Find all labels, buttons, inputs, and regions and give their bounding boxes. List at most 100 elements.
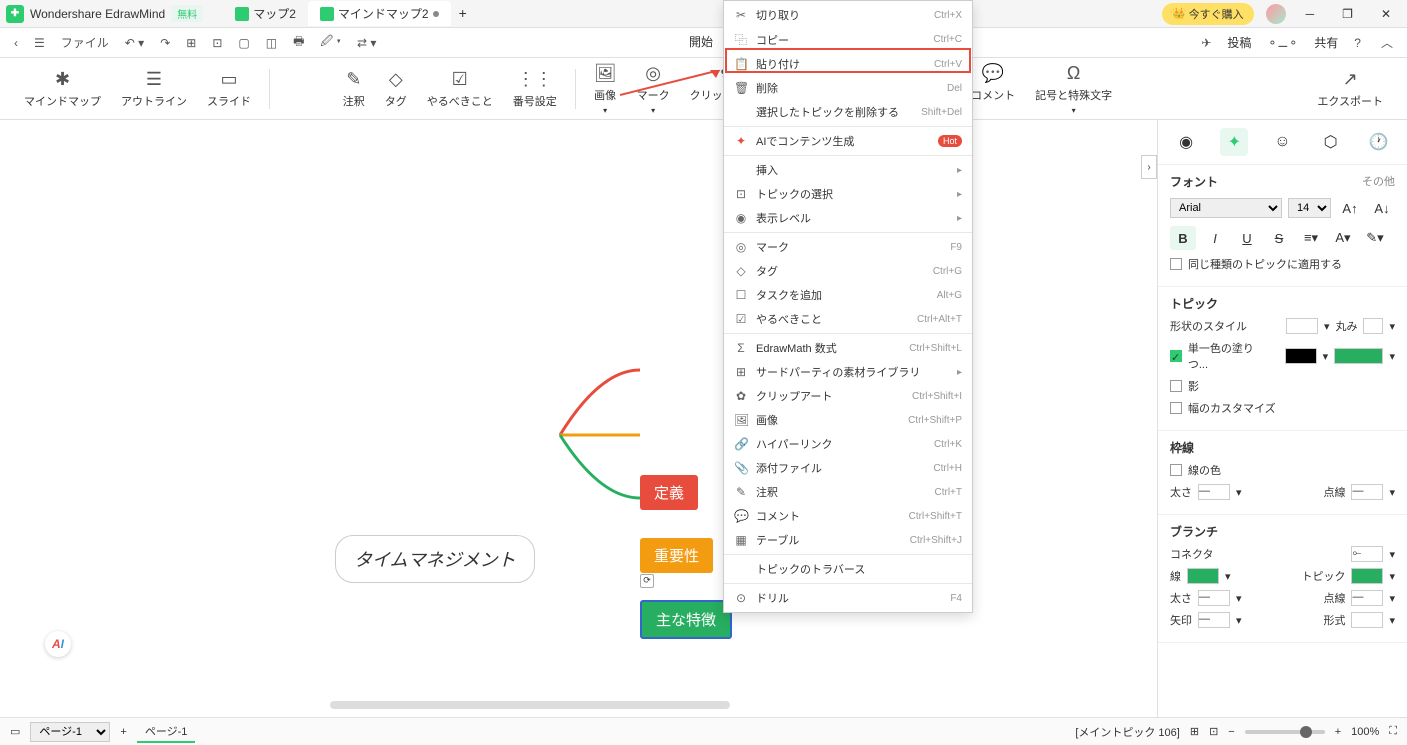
branch-thickness[interactable]: — — [1198, 590, 1230, 606]
rib-comment[interactable]: 💬コメント — [965, 59, 1021, 119]
topic-color[interactable] — [1351, 568, 1383, 584]
cm-comment[interactable]: 💬コメントCtrl+Shift+T — [724, 504, 972, 528]
shadow-checkbox[interactable] — [1170, 380, 1182, 392]
cm-delete-selected[interactable]: 選択したトピックを削除するShift+Del — [724, 100, 972, 124]
add-page-button[interactable]: + — [120, 726, 126, 738]
italic-button[interactable]: I — [1202, 226, 1228, 250]
rib-symbols[interactable]: Ω記号と特殊文字▾ — [1029, 59, 1118, 119]
cm-edrawmath[interactable]: ΣEdrawMath 数式Ctrl+Shift+L — [724, 336, 972, 360]
sb-icon-1[interactable]: ▭ — [10, 725, 20, 738]
buy-now-button[interactable]: 👑 今すぐ購入 — [1162, 3, 1254, 25]
tb-icon-2[interactable]: ◫ — [262, 34, 281, 52]
maximize-button[interactable]: ❐ — [1334, 3, 1361, 25]
sp-tab-history[interactable]: 🕐 — [1365, 128, 1393, 156]
cm-add-task[interactable]: ☐タスクを追加Alt+G — [724, 283, 972, 307]
highlight-button[interactable]: ✎▾ — [1362, 226, 1388, 250]
thickness-select[interactable]: — — [1198, 484, 1230, 500]
border-color-checkbox[interactable] — [1170, 464, 1182, 476]
file-menu[interactable]: ファイル — [57, 32, 113, 53]
add-tab-button[interactable]: + — [451, 1, 475, 26]
add-subtopic-button[interactable]: ⊡ — [208, 34, 226, 52]
share-icon[interactable]: ⚬⚊⚬ — [1263, 34, 1302, 52]
rib-tag[interactable]: ◇タグ — [379, 65, 413, 113]
align-button[interactable]: ≡▾ — [1298, 226, 1324, 250]
horizontal-scrollbar[interactable] — [330, 701, 730, 709]
bold-button[interactable]: B — [1170, 226, 1196, 250]
cm-drill[interactable]: ⊙ドリルF4 — [724, 586, 972, 610]
custom-width-checkbox[interactable] — [1170, 402, 1182, 414]
zoom-out-button[interactable]: − — [1228, 726, 1234, 738]
cm-insert[interactable]: 挿入▸ — [724, 158, 972, 182]
tb-icon-3[interactable]: 🖉 ▾ — [316, 30, 345, 55]
arrow-select[interactable]: — — [1198, 612, 1230, 628]
attachment-indicator[interactable]: ⟳ — [640, 574, 654, 588]
connector-select[interactable]: ⟜ — [1351, 546, 1383, 562]
cm-attachment[interactable]: 📎添付ファイルCtrl+H — [724, 456, 972, 480]
topic-features[interactable]: 主な特徴 — [640, 600, 732, 639]
apply-same-checkbox[interactable] — [1170, 258, 1182, 270]
format-select[interactable] — [1351, 612, 1383, 628]
sp-tab-style[interactable]: ✦ — [1220, 128, 1248, 156]
increase-font-button[interactable]: A↑ — [1337, 196, 1363, 220]
zoom-slider[interactable] — [1245, 730, 1325, 734]
print-button[interactable]: 🖶 — [289, 30, 308, 55]
close-button[interactable]: ✕ — [1373, 3, 1399, 25]
minimize-button[interactable]: ─ — [1298, 3, 1323, 25]
page-select[interactable]: ページ-1 — [30, 722, 110, 742]
canvas[interactable]: タイムマネジメント 定義 重要性 ⟳ 主な特徴 AI — [0, 120, 1157, 717]
tb-icon-4[interactable]: ⇄ ▾ — [353, 34, 380, 52]
color-2[interactable] — [1334, 348, 1383, 364]
central-topic[interactable]: タイムマネジメント — [335, 535, 535, 583]
rib-slide[interactable]: ▭スライド — [201, 65, 257, 113]
cm-annotation[interactable]: ✎注釈Ctrl+T — [724, 480, 972, 504]
cm-table[interactable]: ▦テーブルCtrl+Shift+J — [724, 528, 972, 552]
cm-image[interactable]: 🖼画像Ctrl+Shift+P — [724, 408, 972, 432]
rib-mindmap[interactable]: ✱マインドマップ — [18, 65, 107, 113]
strikethrough-button[interactable]: S — [1266, 226, 1292, 250]
user-avatar[interactable] — [1266, 4, 1286, 24]
add-topic-button[interactable]: ⊞ — [182, 34, 200, 52]
tab-mindmap2[interactable]: マインドマップ2 — [308, 1, 451, 26]
topic-definition[interactable]: 定義 — [640, 475, 698, 510]
rib-image[interactable]: 🖼画像▾ — [588, 59, 623, 119]
corner-select[interactable] — [1363, 318, 1383, 334]
font-family-select[interactable]: Arial — [1170, 198, 1282, 218]
cm-copy[interactable]: ⿻コピーCtrl+C — [724, 27, 972, 52]
rib-annotation[interactable]: ✎注釈 — [337, 65, 371, 113]
decrease-font-button[interactable]: A↓ — [1369, 196, 1395, 220]
collapse-panel-button[interactable]: › — [1141, 155, 1157, 179]
cm-delete[interactable]: 🗑削除Del — [724, 76, 972, 100]
font-color-button[interactable]: A▾ — [1330, 226, 1356, 250]
color-1[interactable] — [1285, 348, 1317, 364]
cm-paste[interactable]: 📋貼り付けCtrl+V — [724, 52, 972, 76]
cm-ai-generate[interactable]: ✦AIでコンテンツ生成Hot — [724, 129, 972, 153]
back-button[interactable]: ‹ — [10, 34, 22, 52]
tab-map2[interactable]: マップ2 — [223, 1, 308, 26]
rib-outline[interactable]: ☰アウトライン — [115, 65, 193, 113]
page-tab[interactable]: ページ-1 — [137, 721, 196, 743]
help-button[interactable]: ? — [1350, 34, 1365, 52]
ai-logo-button[interactable]: AI — [45, 631, 71, 657]
line-color[interactable] — [1187, 568, 1219, 584]
underline-button[interactable]: U — [1234, 226, 1260, 250]
share-button[interactable]: 共有 — [1314, 34, 1338, 51]
font-size-select[interactable]: 14 — [1288, 198, 1331, 218]
post-button[interactable]: 投稿 — [1227, 34, 1251, 51]
dash-select[interactable]: — — [1351, 484, 1383, 500]
cm-mark[interactable]: ◎マークF9 — [724, 235, 972, 259]
collapse-ribbon-button[interactable]: ︿ — [1377, 32, 1397, 53]
menu-start[interactable]: 開始 — [687, 29, 715, 56]
cm-hyperlink[interactable]: 🔗ハイパーリンクCtrl+K — [724, 432, 972, 456]
tb-icon-1[interactable]: ▢ — [234, 34, 253, 52]
cm-display-level[interactable]: ◉表示レベル▸ — [724, 206, 972, 230]
menu-button[interactable]: ☰ — [30, 34, 49, 52]
fullscreen-button[interactable]: ⛶ — [1389, 725, 1397, 738]
cm-third-party[interactable]: ⊞サードパーティの素材ライブラリ▸ — [724, 360, 972, 384]
topic-importance[interactable]: 重要性 — [640, 538, 713, 573]
other-link[interactable]: その他 — [1362, 173, 1395, 190]
cm-cut[interactable]: ✂切り取りCtrl+X — [724, 3, 972, 27]
cm-select-topic[interactable]: ⊡トピックの選択▸ — [724, 182, 972, 206]
sb-view-2[interactable]: ⊡ — [1209, 725, 1218, 738]
shape-style-select[interactable] — [1286, 318, 1318, 334]
sb-view-1[interactable]: ⊞ — [1190, 725, 1199, 738]
